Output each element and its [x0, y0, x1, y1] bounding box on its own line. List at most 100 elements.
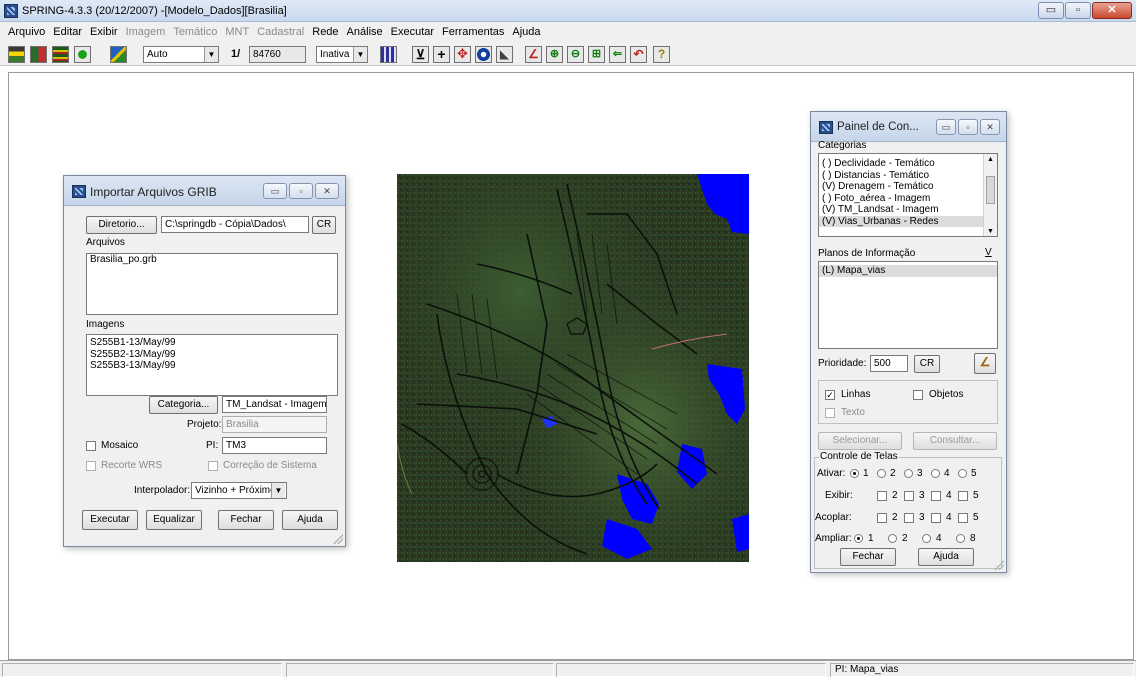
list-item[interactable]: S255B2-13/May/99 [87, 349, 337, 361]
menu-executar[interactable]: Executar [387, 26, 438, 38]
exibir-checkbox-5[interactable] [958, 491, 968, 501]
menu-exibir[interactable]: Exibir [86, 26, 122, 38]
ativar-radio-3[interactable] [904, 469, 913, 478]
acoplar-checkbox-3[interactable] [904, 513, 914, 523]
ajuda-button[interactable]: Ajuda [918, 548, 974, 566]
list-item[interactable]: S255B1-13/May/99 [87, 337, 337, 349]
database-icon[interactable] [8, 46, 25, 63]
menu-tematico[interactable]: Temático [169, 26, 221, 38]
minimize-button[interactable]: ▭ [1038, 2, 1064, 19]
ampliar-radio-1[interactable] [854, 534, 863, 543]
ativar-radio-5[interactable] [958, 469, 967, 478]
ativar-radio-4[interactable] [931, 469, 940, 478]
ampliar-radio-2[interactable] [888, 534, 897, 543]
menu-mnt[interactable]: MNT [221, 26, 253, 38]
consultar-button[interactable]: Consultar... [913, 432, 997, 450]
menu-ferramentas[interactable]: Ferramentas [438, 26, 508, 38]
undo-icon[interactable]: ↶ [630, 46, 647, 63]
list-item[interactable]: ( ) Declividade - Temático [819, 158, 997, 170]
crosshair-icon[interactable]: + [433, 46, 450, 63]
categorias-scrollbar[interactable]: ▲ ▼ [983, 154, 997, 236]
equalizar-button[interactable]: Equalizar [146, 510, 202, 530]
chevron-down-icon[interactable]: ▼ [353, 47, 367, 62]
exibir-checkbox-4[interactable] [931, 491, 941, 501]
menu-rede[interactable]: Rede [308, 26, 342, 38]
ajuda-button[interactable]: Ajuda [282, 510, 338, 530]
planos-list[interactable]: (L) Mapa_vias [818, 261, 998, 349]
cursor-icon[interactable]: ⊻ [412, 46, 429, 63]
acoplar-checkbox-2[interactable] [877, 513, 887, 523]
zoom-out-icon[interactable]: ⊖ [567, 46, 584, 63]
scroll-down-icon[interactable]: ▼ [984, 228, 997, 235]
eraser-icon[interactable]: ◣ [496, 46, 513, 63]
menu-arquivo[interactable]: Arquivo [4, 26, 49, 38]
fechar-button[interactable]: Fechar [218, 510, 274, 530]
minimize-button[interactable]: ▭ [936, 119, 956, 135]
acoplar-checkbox-4[interactable] [931, 513, 941, 523]
cr-button[interactable]: CR [312, 216, 336, 234]
grid-icon[interactable] [380, 46, 397, 63]
categoria-field[interactable]: TM_Landsat - Imagem [222, 396, 327, 413]
diretorio-button[interactable]: Diretorio... [86, 216, 157, 234]
ampliar-radio-8[interactable] [956, 534, 965, 543]
list-item[interactable]: Brasilia_po.grb [87, 254, 337, 266]
ativar-radio-2[interactable] [877, 469, 886, 478]
list-item[interactable]: (V) Vias_Urbanas - Redes [819, 215, 997, 227]
pi-field[interactable]: TM3 [222, 437, 327, 454]
maximize-button[interactable]: ▫ [958, 119, 978, 135]
exibir-checkbox-3[interactable] [904, 491, 914, 501]
ampliar-radio-4[interactable] [922, 534, 931, 543]
minimize-button[interactable]: ▭ [263, 183, 287, 199]
ativar-radio-1[interactable] [850, 469, 859, 478]
fechar-button[interactable]: Fechar [840, 548, 896, 566]
info-icon[interactable] [475, 46, 492, 63]
edit-pencil-icon[interactable]: ∠ [974, 353, 996, 374]
menu-imagem[interactable]: Imagem [122, 26, 170, 38]
linhas-checkbox[interactable]: ✓ [825, 390, 835, 400]
mosaico-checkbox[interactable] [86, 441, 96, 451]
list-item[interactable]: (L) Mapa_vias [819, 265, 997, 277]
screen-icon[interactable] [110, 46, 127, 63]
menu-cadastral[interactable]: Cadastral [253, 26, 308, 38]
list-item[interactable]: ( ) Distancias - Temático [819, 170, 997, 182]
correcao-sistema-checkbox[interactable] [208, 461, 218, 471]
pan-icon[interactable]: ✥ [454, 46, 471, 63]
objetos-checkbox[interactable] [913, 390, 923, 400]
scroll-thumb[interactable] [986, 176, 995, 204]
zoom-in-icon[interactable]: ⊕ [546, 46, 563, 63]
layers-icon[interactable] [52, 46, 69, 63]
close-button[interactable]: ✕ [980, 119, 1000, 135]
arquivos-list[interactable]: Brasilia_po.grb [86, 253, 338, 315]
resize-grip-icon[interactable] [333, 534, 343, 544]
executar-button[interactable]: Executar [82, 510, 138, 530]
list-item[interactable]: (V) TM_Landsat - Imagem [819, 204, 997, 216]
help-icon[interactable]: ? [653, 46, 670, 63]
imagens-list[interactable]: S255B1-13/May/99 S255B2-13/May/99 S255B3… [86, 334, 338, 396]
categoria-button[interactable]: Categoria... [149, 396, 218, 414]
leaf-icon[interactable] [74, 46, 91, 63]
acoplar-checkbox-5[interactable] [958, 513, 968, 523]
scroll-up-icon[interactable]: ▲ [984, 156, 997, 163]
diretorio-field[interactable]: C:\springdb - Cópia\Dados\ [161, 216, 309, 233]
draw-line-icon[interactable]: ∠ [525, 46, 542, 63]
scale-input[interactable]: 84760 [249, 46, 306, 63]
categorias-list[interactable]: ( ) Declividade - Temático ( ) Distancia… [818, 153, 998, 237]
chevron-down-icon[interactable]: ▼ [271, 483, 285, 498]
prioridade-field[interactable]: 500 [870, 355, 908, 372]
resize-grip-icon[interactable] [994, 560, 1004, 570]
maximize-button[interactable]: ▫ [289, 183, 313, 199]
zoom-window-icon[interactable]: ⊞ [588, 46, 605, 63]
recorte-wrs-checkbox[interactable] [86, 461, 96, 471]
maximize-button[interactable]: ▫ [1065, 2, 1091, 19]
texto-checkbox[interactable] [825, 408, 835, 418]
close-button[interactable]: ✕ [315, 183, 339, 199]
planos-v-button[interactable]: V [985, 247, 992, 258]
landsat-map-view[interactable] [397, 174, 749, 562]
menu-ajuda[interactable]: Ajuda [508, 26, 544, 38]
cr-button[interactable]: CR [914, 355, 940, 373]
zoom-previous-icon[interactable]: ⇐ [609, 46, 626, 63]
list-item[interactable]: S255B3-13/May/99 [87, 360, 337, 372]
close-button[interactable]: ✕ [1092, 2, 1132, 19]
menu-editar[interactable]: Editar [49, 26, 86, 38]
chevron-down-icon[interactable]: ▼ [204, 47, 218, 62]
